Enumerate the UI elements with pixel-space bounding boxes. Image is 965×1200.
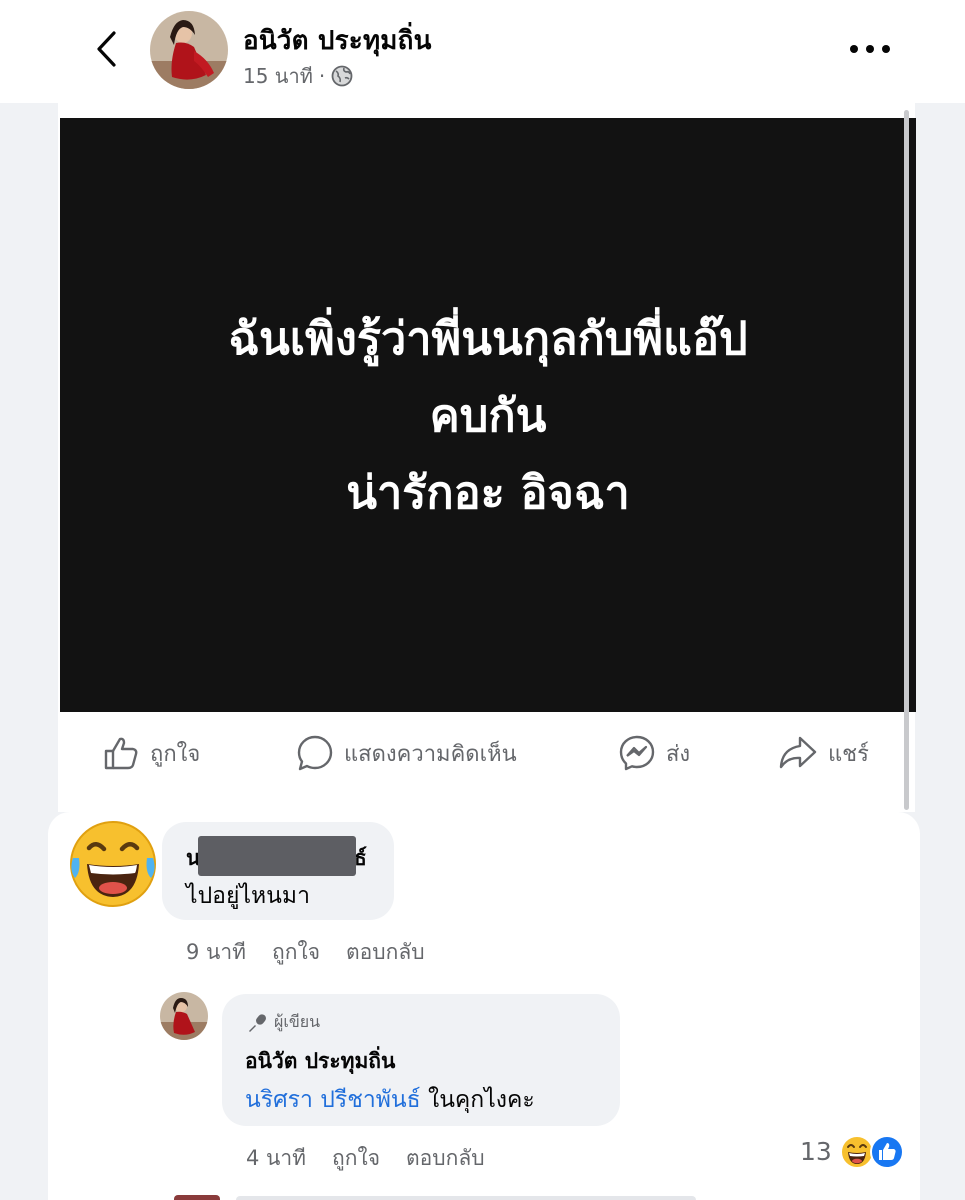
post-line-1: ฉันเพิ่งรู้ว่าพี่นนกุลกับพี่แอ๊ป bbox=[228, 311, 748, 365]
post-text-image[interactable]: ฉันเพิ่งรู้ว่าพี่นนกุลกับพี่แอ๊ป คบกัน น… bbox=[60, 118, 916, 712]
share-label: แชร์ bbox=[828, 741, 869, 767]
comment-icon bbox=[297, 735, 333, 771]
reaction-count: 13 bbox=[800, 1136, 832, 1166]
author-avatar[interactable] bbox=[150, 11, 228, 89]
next-comment-avatar bbox=[174, 1195, 220, 1200]
laughing-emoji-icon bbox=[70, 821, 156, 907]
like-label: ถูกใจ bbox=[150, 741, 201, 767]
meta-separator: · bbox=[318, 64, 326, 88]
post-meta: 15 นาที · bbox=[243, 60, 353, 92]
comment-label: แสดงความคิดเห็น bbox=[344, 741, 517, 767]
comment-text: ไปอยู่ไหนมา bbox=[186, 883, 310, 909]
author-badge-label: ผู้เขียน bbox=[274, 1012, 321, 1031]
reply-like-button[interactable]: ถูกใจ bbox=[332, 1142, 380, 1175]
post-line-3: น่ารักอะ อิจฉา bbox=[346, 465, 630, 519]
commenter-avatar[interactable] bbox=[67, 818, 159, 910]
reply-author-avatar[interactable] bbox=[160, 992, 208, 1040]
post-line-2: คบกัน bbox=[429, 388, 547, 442]
thumbs-up-icon bbox=[104, 737, 138, 770]
more-horizontal-icon bbox=[850, 45, 858, 53]
mention-link[interactable]: นริศรา ปรีชาพันธ์ bbox=[245, 1087, 421, 1113]
share-button[interactable]: แชร์ bbox=[778, 731, 869, 775]
share-icon bbox=[779, 736, 817, 769]
globe-icon bbox=[331, 65, 353, 87]
more-options-button[interactable] bbox=[850, 38, 890, 60]
chevron-left-icon bbox=[97, 31, 116, 67]
reply-text: นริศรา ปรีชาพันธ์ ในคุกไงคะ bbox=[245, 1082, 535, 1118]
like-button[interactable]: ถูกใจ bbox=[102, 731, 200, 775]
post-actions-bar: ถูกใจ แสดงความคิดเห็น ส่ง แชร์ bbox=[60, 715, 916, 795]
redaction-bar bbox=[198, 836, 356, 876]
comment-like-button[interactable]: ถูกใจ bbox=[272, 936, 320, 969]
author-badge: ผู้เขียน bbox=[246, 1010, 320, 1035]
back-button[interactable] bbox=[88, 28, 124, 70]
reply-time[interactable]: 4 นาที bbox=[246, 1142, 306, 1175]
comment-reply-button[interactable]: ตอบกลับ bbox=[346, 936, 425, 969]
scrollbar[interactable] bbox=[904, 110, 909, 810]
reply-reactions[interactable]: 13 bbox=[800, 1133, 906, 1169]
comment-time[interactable]: 9 นาที bbox=[186, 936, 246, 969]
reply-reply-button[interactable]: ตอบกลับ bbox=[406, 1142, 485, 1175]
reply-text-body: ในคุกไงคะ bbox=[420, 1087, 535, 1113]
send-label: ส่ง bbox=[666, 741, 691, 767]
messenger-icon bbox=[619, 735, 655, 771]
comment-button[interactable]: แสดงความคิดเห็น bbox=[296, 731, 517, 775]
comment-meta: 9 นาที ถูกใจ ตอบกลับ bbox=[186, 936, 425, 969]
send-button[interactable]: ส่ง bbox=[618, 731, 690, 775]
haha-reaction-icon bbox=[839, 1135, 874, 1169]
post-time[interactable]: 15 นาที bbox=[243, 60, 313, 92]
next-comment-bubble bbox=[236, 1196, 696, 1200]
like-reaction-icon bbox=[869, 1135, 904, 1169]
microphone-icon bbox=[249, 1013, 266, 1032]
author-name[interactable]: อนิวัต ประทุมถิ่น bbox=[243, 20, 432, 61]
reply-author-name[interactable]: อนิวัต ประทุมถิ่น bbox=[245, 1045, 395, 1078]
reply-meta: 4 นาที ถูกใจ ตอบกลับ bbox=[246, 1142, 485, 1175]
